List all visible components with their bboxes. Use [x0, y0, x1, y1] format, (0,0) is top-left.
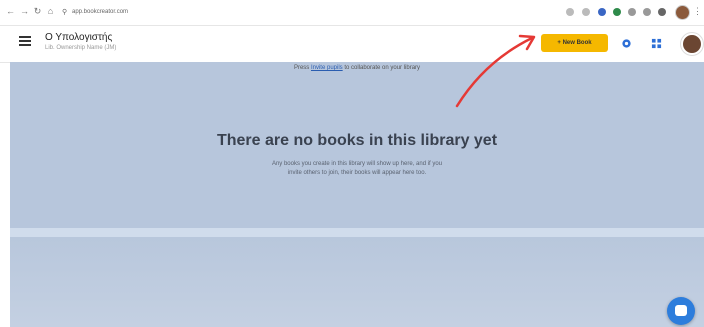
url-text: app.bookcreator.com	[72, 9, 129, 15]
menu-icon[interactable]	[19, 36, 31, 48]
app-header: Ο Υπολογιστής Lib. Ownership Name (JM) +…	[0, 26, 704, 63]
library-title[interactable]: Ο Υπολογιστής	[45, 32, 112, 43]
shelf-divider	[10, 228, 704, 237]
profile-icon[interactable]	[675, 5, 690, 20]
avatar[interactable]	[681, 33, 703, 55]
empty-state-text: Any books you create in this library wil…	[10, 160, 704, 178]
chat-icon	[675, 305, 687, 316]
extension-icon[interactable]	[598, 8, 606, 16]
annotation-arrow-icon	[455, 34, 536, 108]
invite-link[interactable]: Invite pupils	[311, 65, 343, 71]
new-book-button[interactable]: + New Book	[541, 34, 608, 52]
apps-grid-icon[interactable]	[651, 38, 662, 49]
extension-icon[interactable]	[566, 8, 574, 16]
extension-icon[interactable]	[613, 8, 621, 16]
home-icon[interactable]: ⌂	[46, 7, 55, 16]
extension-icon[interactable]	[643, 8, 651, 16]
extension-icon[interactable]	[582, 8, 590, 16]
shelf-area	[10, 237, 704, 327]
info-prefix: Press	[293, 65, 311, 71]
reload-icon[interactable]: ↻	[33, 7, 42, 16]
browser-toolbar: ← → ↻ ⌂ ⚲ app.bookcreator.com ⋮	[0, 0, 704, 26]
extension-icon[interactable]	[658, 8, 666, 16]
info-suffix: to collaborate on your library	[342, 65, 421, 71]
empty-state-line-1: Any books you create in this library wil…	[271, 161, 443, 167]
arrow-left-icon[interactable]: ←	[6, 7, 15, 16]
more-icon[interactable]: ⋮	[693, 7, 702, 16]
chat-support-button[interactable]	[667, 297, 695, 325]
info-line: Press Invite pupils to collaborate on yo…	[10, 65, 704, 71]
empty-state-title: There are no books in this library yet	[216, 132, 498, 149]
extension-icon[interactable]	[628, 8, 636, 16]
library-subtitle: Lib. Ownership Name (JM)	[45, 45, 117, 51]
empty-state-line-2: invite others to join, their books will …	[287, 170, 427, 176]
gear-icon[interactable]	[621, 38, 632, 49]
arrow-right-icon[interactable]: →	[20, 7, 29, 16]
address-bar[interactable]: ⚲ app.bookcreator.com	[58, 6, 528, 19]
library-main: Press Invite pupils to collaborate on yo…	[10, 62, 704, 327]
lock-icon: ⚲	[62, 9, 68, 16]
